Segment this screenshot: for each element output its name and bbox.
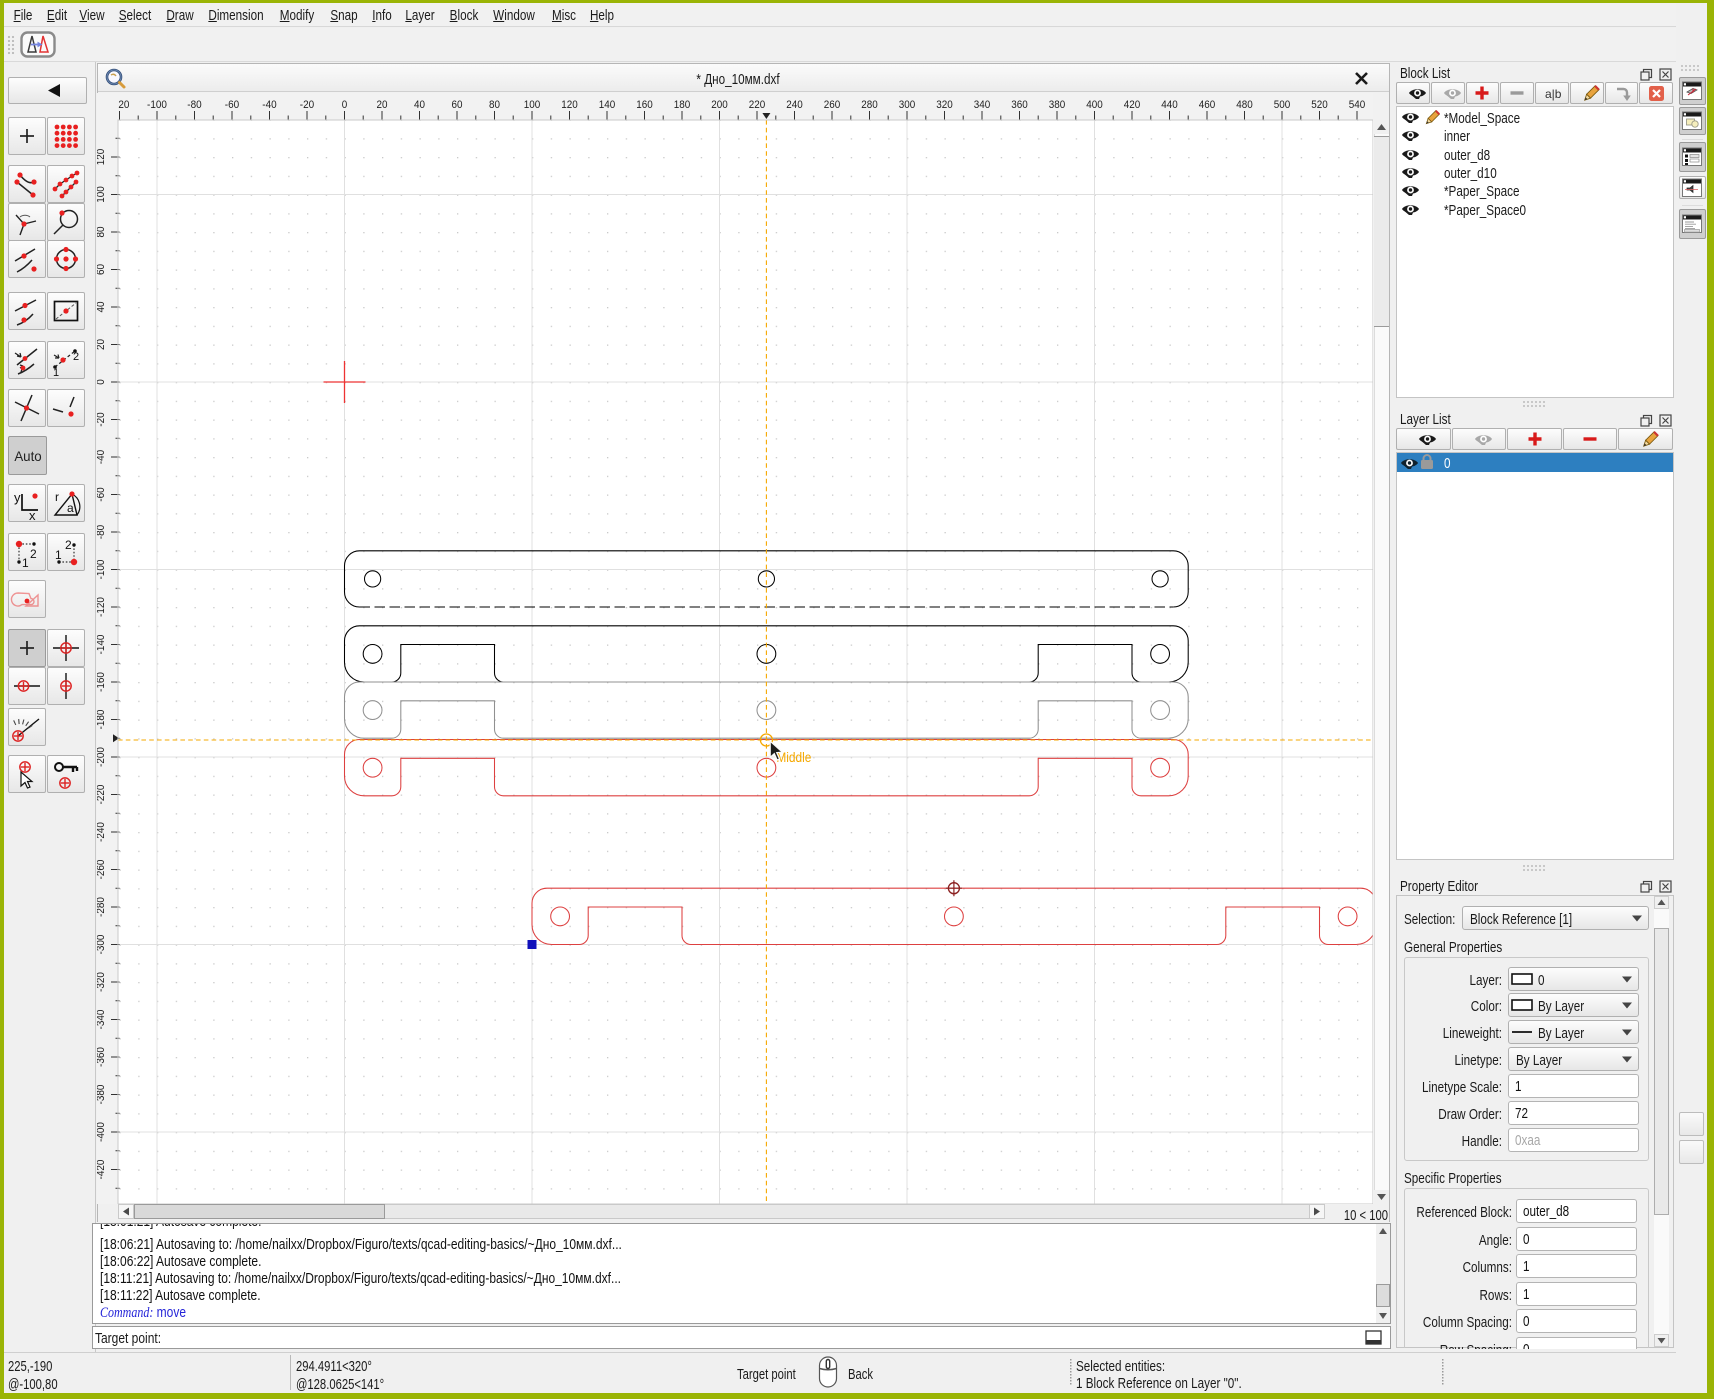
svg-text:40: 40 <box>97 302 107 313</box>
svg-text:-20: -20 <box>97 412 107 426</box>
svg-text:-300: -300 <box>97 935 107 955</box>
svg-text:40: 40 <box>414 99 425 111</box>
svg-text:-120: -120 <box>97 597 107 617</box>
svg-text:400: 400 <box>1086 99 1103 111</box>
svg-text:-240: -240 <box>97 822 107 842</box>
svg-text:-80: -80 <box>97 525 107 539</box>
svg-text:-140: -140 <box>97 635 107 655</box>
svg-text:-200: -200 <box>97 747 107 767</box>
svg-text:2: 2 <box>65 538 72 552</box>
svg-text:x: x <box>29 508 36 522</box>
svg-text:60: 60 <box>97 264 107 275</box>
svg-text:-360: -360 <box>97 1047 107 1067</box>
svg-text:-180: -180 <box>97 710 107 730</box>
svg-text:180: 180 <box>674 99 691 111</box>
svg-text:80: 80 <box>489 99 500 111</box>
svg-text:500: 500 <box>1274 99 1291 111</box>
svg-text:-100: -100 <box>147 99 167 111</box>
svg-text:100: 100 <box>524 99 541 111</box>
svg-text:-400: -400 <box>97 1122 107 1142</box>
svg-text:80: 80 <box>97 227 107 238</box>
svg-text:a|b: a|b <box>1545 87 1562 101</box>
svg-text:-320: -320 <box>97 972 107 992</box>
svg-text:240: 240 <box>786 99 803 111</box>
svg-text:480: 480 <box>1236 99 1253 111</box>
svg-text:100: 100 <box>97 186 107 203</box>
svg-text:280: 280 <box>861 99 878 111</box>
svg-text:-160: -160 <box>97 672 107 692</box>
svg-text:-100: -100 <box>97 560 107 580</box>
svg-text:-220: -220 <box>97 785 107 805</box>
svg-text:340: 340 <box>974 99 991 111</box>
svg-text:-420: -420 <box>97 1160 107 1180</box>
svg-text:y: y <box>14 490 21 505</box>
svg-text:160: 160 <box>636 99 653 111</box>
svg-text:1: 1 <box>55 548 62 562</box>
svg-text:-20: -20 <box>300 99 314 111</box>
svg-text:120: 120 <box>97 149 107 166</box>
svg-text:380: 380 <box>1049 99 1066 111</box>
svg-text:-80: -80 <box>187 99 201 111</box>
svg-text:0: 0 <box>342 99 348 111</box>
svg-text:320: 320 <box>936 99 953 111</box>
svg-text:-40: -40 <box>97 450 107 464</box>
svg-text:460: 460 <box>1199 99 1216 111</box>
svg-text:300: 300 <box>899 99 916 111</box>
svg-text:-380: -380 <box>97 1085 107 1105</box>
svg-text:-40: -40 <box>262 99 276 111</box>
svg-text:220: 220 <box>749 99 766 111</box>
svg-text:20: 20 <box>97 339 107 350</box>
svg-text:-260: -260 <box>97 860 107 880</box>
svg-text:420: 420 <box>1124 99 1141 111</box>
svg-text:520: 520 <box>1311 99 1328 111</box>
svg-text:2: 2 <box>30 547 37 561</box>
svg-text:200: 200 <box>711 99 728 111</box>
svg-text:120: 120 <box>561 99 578 111</box>
svg-text:540: 540 <box>1349 99 1366 111</box>
svg-text:140: 140 <box>599 99 616 111</box>
svg-text:r: r <box>55 490 59 504</box>
svg-text:60: 60 <box>452 99 463 111</box>
svg-text:1: 1 <box>53 367 59 379</box>
svg-text:0: 0 <box>97 379 107 385</box>
svg-text:2: 2 <box>73 351 79 363</box>
svg-text:1: 1 <box>22 556 29 570</box>
svg-text:260: 260 <box>824 99 841 111</box>
svg-text:360: 360 <box>1011 99 1028 111</box>
svg-text:440: 440 <box>1161 99 1178 111</box>
svg-text:-340: -340 <box>97 1010 107 1030</box>
svg-text:-60: -60 <box>97 487 107 501</box>
svg-text:20: 20 <box>377 99 388 111</box>
svg-text:a: a <box>67 501 74 515</box>
svg-text:-60: -60 <box>225 99 239 111</box>
svg-text:-280: -280 <box>97 897 107 917</box>
